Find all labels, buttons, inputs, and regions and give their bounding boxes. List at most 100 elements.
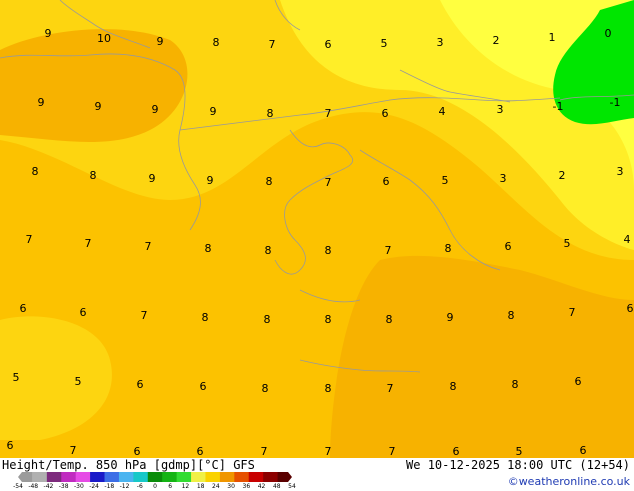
temperature-value: 6: [453, 445, 460, 458]
temperature-value: 7: [261, 445, 268, 458]
temperature-value: 7: [145, 240, 152, 253]
temperature-value: 5: [442, 174, 449, 187]
temperature-value: 8: [205, 242, 212, 255]
temperature-value: -1: [610, 96, 621, 109]
scale-tick-label: -42: [43, 483, 54, 490]
temperature-value: 8: [90, 169, 97, 182]
scale-swatch: [176, 472, 192, 482]
temperature-value: 7: [26, 233, 33, 246]
temperature-value: 8: [202, 311, 209, 324]
scale-tick-label: 30: [227, 483, 235, 490]
temperature-value: 5: [516, 445, 523, 458]
scale-tick-label: -12: [119, 483, 130, 490]
temperature-value: 8: [266, 175, 273, 188]
temperature-value: 6: [197, 445, 204, 458]
temperature-value: 8: [267, 107, 274, 120]
temperature-value: 6: [627, 302, 634, 315]
scale-tick-label: -24: [89, 483, 100, 490]
scale-swatch: [46, 472, 62, 482]
scale-tick-label: -18: [104, 483, 115, 490]
scale-tick-label: 12: [181, 483, 190, 490]
temperature-value: 3: [617, 165, 624, 178]
temperature-value: 7: [141, 309, 148, 322]
color-scale: [18, 472, 292, 482]
temperature-value: 8: [450, 380, 457, 393]
scale-tick-label: 36: [242, 483, 251, 490]
scale-tick-label: 0: [153, 483, 157, 490]
temperature-value: 6: [200, 380, 207, 393]
temperature-value: 7: [325, 107, 332, 120]
temperature-value: 6: [80, 306, 87, 319]
scale-swatch: [234, 472, 250, 482]
temperature-value: 6: [134, 445, 141, 458]
temperature-value: 8: [325, 382, 332, 395]
temperature-value: -1: [553, 100, 564, 113]
temperature-value: 7: [325, 445, 332, 458]
temperature-value: 5: [381, 37, 388, 50]
temperature-value: 8: [325, 244, 332, 257]
temperature-value: 7: [569, 306, 576, 319]
scale-swatch: [133, 472, 149, 482]
scale-swatch: [147, 472, 163, 482]
temperature-value: 7: [325, 176, 332, 189]
scale-tick-label: -48: [28, 483, 39, 490]
temperature-value: 9: [149, 172, 156, 185]
temperature-value: 9: [38, 96, 45, 109]
temperature-value: 9: [157, 35, 164, 48]
temperature-value: 6: [383, 175, 390, 188]
scale-tick-label: 18: [196, 483, 205, 490]
temperature-value: 8: [512, 378, 519, 391]
temperature-value: 8: [213, 36, 220, 49]
temperature-value: 7: [385, 244, 392, 257]
temperature-value: 4: [624, 233, 631, 246]
temperature-value: 4: [439, 105, 446, 118]
temperature-value: 6: [505, 240, 512, 253]
temperature-value: 8: [264, 313, 271, 326]
scale-swatch: [18, 472, 33, 482]
temperature-value: 9: [95, 100, 102, 113]
scale-swatch: [118, 472, 134, 482]
temperature-value: 8: [265, 244, 272, 257]
temperature-value: 3: [437, 36, 444, 49]
temperature-value: 7: [387, 382, 394, 395]
scale-tick-label: 24: [212, 483, 220, 490]
temperature-value: 7: [85, 237, 92, 250]
scale-swatch: [61, 472, 77, 482]
scale-tick-label: -30: [73, 483, 84, 490]
temperature-value: 9: [207, 174, 214, 187]
temperature-value: 9: [152, 103, 159, 116]
temperature-value: 9: [210, 105, 217, 118]
temperature-value: 8: [445, 242, 452, 255]
temperature-value: 6: [580, 444, 587, 457]
scale-swatch: [32, 472, 48, 482]
scale-swatch: [90, 472, 106, 482]
temperature-value: 0: [605, 27, 612, 40]
temperature-value: 6: [7, 439, 14, 452]
scale-tick-label: 54: [288, 483, 296, 490]
credit-link[interactable]: ©weatheronline.co.uk: [508, 475, 630, 488]
scale-tick-label: 42: [257, 483, 266, 490]
temperature-value: 9: [45, 27, 52, 40]
scale-tick-label: 6: [168, 483, 173, 490]
scale-swatch: [104, 472, 120, 482]
temperature-value: 5: [564, 237, 571, 250]
scale-swatch: [263, 472, 279, 482]
temperature-value: 8: [386, 313, 393, 326]
temperature-value: 2: [493, 34, 500, 47]
temperature-value: 3: [497, 103, 504, 116]
temperature-value: 6: [20, 302, 27, 315]
temperature-value: 7: [269, 38, 276, 51]
temperature-value: 1: [549, 31, 556, 44]
temperature-value: 9: [447, 311, 454, 324]
scale-swatch: [75, 472, 91, 482]
scale-tick-label: -38: [58, 483, 69, 490]
temperature-map: 9 10 9 8 7 6 5 3 2 1 09 9 9 9 8 7 6 4 3 -1 -18 8 9 9 8 7 6 5 3 2 37 7 7 8…: [0, 0, 634, 458]
temperature-value: 6: [137, 378, 144, 391]
temperature-value: 6: [382, 107, 389, 120]
temperature-value: 6: [325, 38, 332, 51]
valid-time: We 10-12-2025 18:00 UTC (12+54): [406, 458, 630, 472]
temperature-value: 7: [70, 444, 77, 457]
scale-swatch: [205, 472, 221, 482]
scale-swatch: [219, 472, 235, 482]
temperature-value: 5: [13, 371, 20, 384]
